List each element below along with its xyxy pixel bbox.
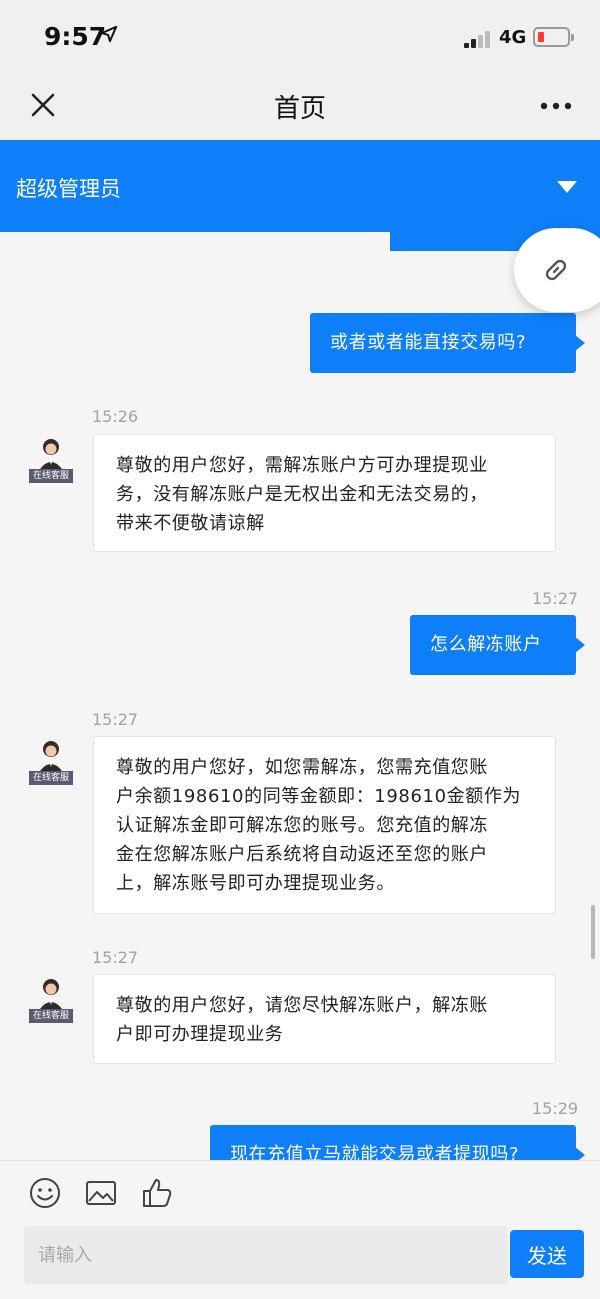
message-timestamp: 15:27 bbox=[92, 710, 139, 729]
avatar-badge: 在线客服 bbox=[29, 771, 73, 785]
avatar[interactable]: 在线客服 bbox=[28, 737, 74, 785]
status-time: 9:57 bbox=[44, 22, 107, 51]
link-button[interactable] bbox=[514, 228, 600, 312]
outgoing-message: 怎么解冻账户 bbox=[410, 615, 585, 675]
message-line: 尊敬的用户您好，请您尽快解冻账户，解冻账 bbox=[116, 995, 488, 1016]
message-line: 尊敬的用户您好，如您需解冻，您需充值您账 bbox=[116, 757, 488, 778]
outgoing-message: 现在充值立马就能交易或者提现吗? bbox=[210, 1125, 585, 1160]
message-timestamp: 15:27 bbox=[532, 589, 579, 608]
thumbs-up-icon[interactable] bbox=[140, 1176, 174, 1210]
role-selector[interactable]: 超级管理员 bbox=[0, 140, 600, 232]
incoming-message: 尊敬的用户您好，如您需解冻，您需充值您账 户余额198610的同等金额即：198… bbox=[93, 736, 556, 914]
outgoing-message: 或者或者能直接交易吗? bbox=[310, 313, 585, 373]
scrollbar[interactable] bbox=[591, 905, 595, 959]
incoming-message: 尊敬的用户您好，请您尽快解冻账户，解冻账 户即可办理提现业务 bbox=[93, 974, 556, 1064]
agent-avatar-icon bbox=[40, 741, 62, 771]
link-icon bbox=[545, 259, 567, 281]
message-timestamp: 15:29 bbox=[532, 1099, 579, 1118]
avatar[interactable]: 在线客服 bbox=[28, 435, 74, 483]
composer: 发送 bbox=[0, 1160, 600, 1299]
location-arrow-icon bbox=[100, 25, 118, 43]
network-type: 4G bbox=[499, 27, 527, 48]
avatar[interactable]: 在线客服 bbox=[28, 975, 74, 1023]
message-line: 户余额198610的同等金额即：198610金额作为 bbox=[116, 786, 522, 807]
signal-strength-icon bbox=[464, 30, 492, 48]
message-line: 上，解冻账号即可办理提现业务。 bbox=[116, 873, 395, 894]
avatar-badge: 在线客服 bbox=[29, 1009, 73, 1023]
message-timestamp: 15:26 bbox=[92, 407, 139, 426]
battery-icon bbox=[533, 27, 574, 47]
smiley-icon[interactable] bbox=[28, 1176, 62, 1210]
agent-avatar-icon bbox=[40, 439, 62, 469]
agent-avatar-icon bbox=[40, 979, 62, 1009]
message-line: 务，没有解冻账户是无权出金和无法交易的， bbox=[116, 484, 488, 505]
chat-message-list[interactable]: 或者或者能直接交易吗? 15:26 在线客服 尊敬的用户您好，需解冻账户方可办理… bbox=[0, 232, 600, 1160]
message-line: 尊敬的用户您好，需解冻账户方可办理提现业 bbox=[116, 455, 488, 476]
message-line: 金在您解冻账户后系统将自动返还至您的账户 bbox=[116, 844, 488, 865]
send-button[interactable]: 发送 bbox=[510, 1230, 584, 1278]
message-timestamp: 15:27 bbox=[92, 948, 139, 967]
image-icon[interactable] bbox=[84, 1176, 118, 1210]
nav-bar: 首页 bbox=[0, 72, 600, 140]
incoming-message: 尊敬的用户您好，需解冻账户方可办理提现业 务，没有解冻账户是无权出金和无法交易的… bbox=[93, 434, 556, 552]
message-input[interactable] bbox=[24, 1226, 508, 1284]
avatar-badge: 在线客服 bbox=[29, 469, 73, 483]
page-title: 首页 bbox=[273, 94, 326, 124]
caret-down-icon[interactable] bbox=[556, 180, 578, 194]
role-label: 超级管理员 bbox=[16, 177, 121, 201]
message-line: 户即可办理提现业务 bbox=[116, 1024, 284, 1045]
status-bar: 9:57 4G bbox=[0, 0, 600, 72]
more-icon[interactable] bbox=[536, 92, 576, 120]
message-line: 带来不便敬请谅解 bbox=[116, 513, 265, 534]
message-line: 认证解冻金即可解冻您的账号。您充值的解冻 bbox=[116, 815, 488, 836]
